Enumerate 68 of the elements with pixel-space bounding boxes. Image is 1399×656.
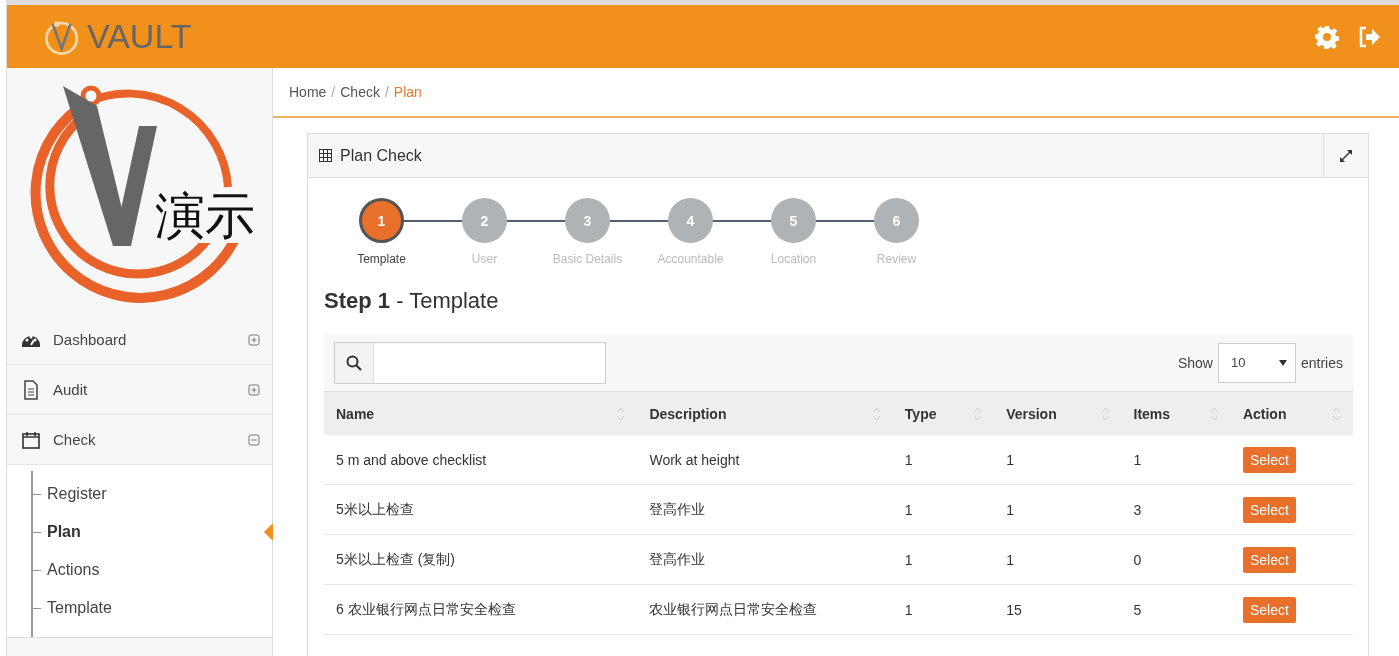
table-cell: 1 (1133, 451, 1142, 468)
table-cell: Work at height (649, 451, 740, 468)
table-cell: 15 (1006, 601, 1022, 618)
column-header[interactable]: Items (1133, 405, 1171, 422)
table-cell: 5 m and above checklist (336, 451, 487, 468)
table-cell: 6 农业银行网点日常安全检查 (336, 600, 516, 617)
column-header[interactable]: Name (336, 405, 375, 422)
step-label: Location (770, 252, 817, 266)
brand-ring-icon (45, 20, 79, 55)
search-field[interactable] (334, 341, 606, 384)
collapse-icon[interactable] (248, 433, 260, 446)
breadcrumb-separator: / (331, 84, 336, 100)
submenu-item[interactable]: Actions (47, 561, 100, 579)
column-header[interactable]: Description (649, 405, 727, 422)
table-cell: 登高作业 (649, 500, 706, 517)
step-heading: Step 1 - Template (324, 288, 500, 314)
table-cell: 1 (904, 501, 913, 518)
table-icon (319, 149, 332, 162)
breadcrumb-link[interactable]: Home (289, 84, 327, 100)
table-cell: 5 (1133, 601, 1142, 618)
calendar-icon (21, 429, 41, 450)
breadcrumb-link[interactable]: Check (340, 84, 380, 100)
table-cell: 1 (1006, 451, 1014, 468)
column-header[interactable]: Version (1006, 405, 1057, 422)
document-icon (21, 379, 41, 400)
expand-icon[interactable] (248, 383, 260, 396)
table-cell: 1 (904, 551, 913, 568)
sort-icon[interactable] (616, 406, 626, 421)
entries-label: entries (1300, 354, 1343, 371)
breadcrumb-separator: / (384, 84, 389, 100)
submenu-item[interactable]: Register (47, 485, 107, 503)
column-header[interactable]: Type (904, 405, 937, 422)
sort-icon[interactable] (1100, 406, 1110, 421)
sort-icon[interactable] (973, 406, 983, 421)
page-size-select[interactable]: 10 (1217, 342, 1296, 383)
table-cell: 1 (904, 601, 913, 618)
logo-text: 演示 (154, 190, 255, 243)
nav-item[interactable]: Dashboard (7, 315, 272, 365)
settings-icon[interactable] (1315, 24, 1339, 49)
step-label: Basic Details (552, 252, 623, 266)
show-label: Show (1177, 354, 1213, 371)
table-cell: 1 (1006, 501, 1014, 518)
table-cell: 1 (904, 451, 913, 468)
table-cell: 农业银行网点日常安全检查 (649, 600, 818, 617)
caret-icon (1278, 359, 1287, 366)
table-cell: 5米以上检查 (复制) (336, 550, 455, 567)
submenu-item[interactable]: Template (47, 599, 112, 617)
table-cell: 3 (1133, 501, 1142, 518)
sort-icon[interactable] (871, 406, 881, 421)
table-cell: 5米以上检查 (336, 500, 414, 517)
search-icon (346, 354, 362, 371)
nav-item[interactable]: Audit (7, 365, 272, 415)
logout-icon[interactable] (1357, 24, 1381, 49)
expand-icon[interactable] (248, 333, 260, 346)
step-label: User (471, 252, 498, 266)
column-header[interactable]: Action (1242, 405, 1287, 422)
submenu-item[interactable]: Plan (47, 523, 81, 541)
step-label: Accountable (657, 252, 724, 266)
table-cell: 0 (1133, 551, 1142, 568)
step-label: Template (357, 252, 406, 266)
table-cell: 1 (1006, 551, 1014, 568)
panel-title: Plan Check (340, 146, 422, 165)
table-cell: 登高作业 (649, 550, 706, 567)
step-label: Review (876, 252, 917, 266)
sort-icon[interactable] (1332, 406, 1341, 421)
fullscreen-icon[interactable] (1339, 148, 1353, 163)
sort-icon[interactable] (1209, 406, 1219, 421)
active-marker-icon (264, 523, 273, 541)
